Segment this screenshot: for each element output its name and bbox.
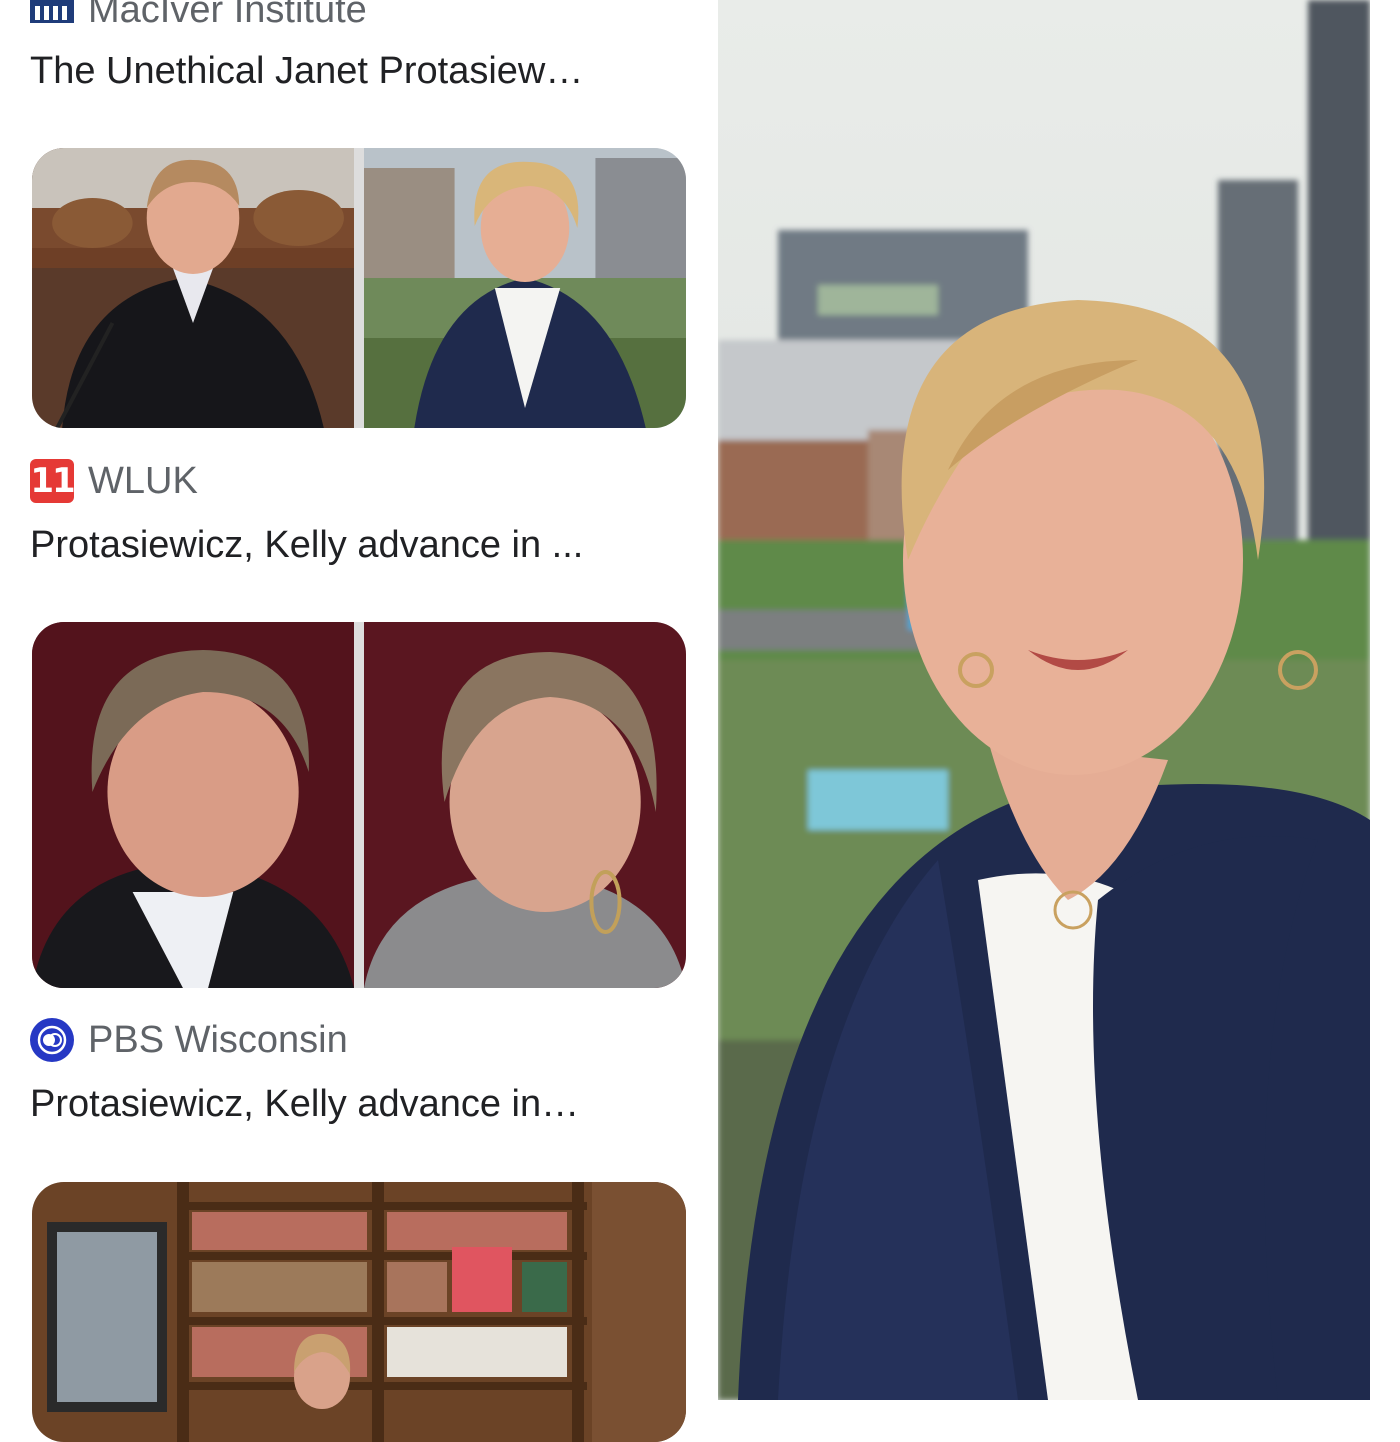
result-thumbnail-library[interactable] (32, 1182, 686, 1442)
source-name: MacIver Institute (88, 0, 367, 31)
result-source-maciver[interactable]: MacIver Institute (30, 0, 367, 32)
thumbnail-image-law-library (32, 1182, 686, 1442)
thumbnail-image-judge-kelly (32, 148, 354, 428)
result-title[interactable]: Protasiewicz, Kelly advance in ... (30, 524, 670, 567)
results-column: MacIver Institute The Unethical Janet Pr… (0, 0, 718, 1442)
preview-image-protasiewicz (718, 0, 1370, 1400)
result-thumbnail-pbs[interactable] (32, 622, 686, 988)
pbs-logo-icon (30, 1018, 74, 1062)
thumbnail-image-protasiewicz (364, 148, 686, 428)
result-thumbnail-wluk[interactable] (32, 148, 686, 428)
thumbnail-image-judge-kelly-hearing (32, 622, 354, 988)
maciver-institute-logo-icon (30, 0, 74, 23)
thumbnail-image-protasiewicz-hearing (364, 622, 686, 988)
image-preview[interactable] (718, 0, 1370, 1400)
result-title[interactable]: Protasiewicz, Kelly advance in… (30, 1083, 670, 1126)
result-title[interactable]: The Unethical Janet Protasiew… (30, 50, 670, 93)
result-source-pbs[interactable]: PBS Wisconsin (30, 1018, 348, 1062)
result-source-wluk[interactable]: 11 WLUK (30, 459, 198, 503)
source-name: WLUK (88, 459, 198, 502)
wluk-fox11-logo-icon: 11 (30, 459, 76, 503)
source-name: PBS Wisconsin (88, 1018, 348, 1061)
